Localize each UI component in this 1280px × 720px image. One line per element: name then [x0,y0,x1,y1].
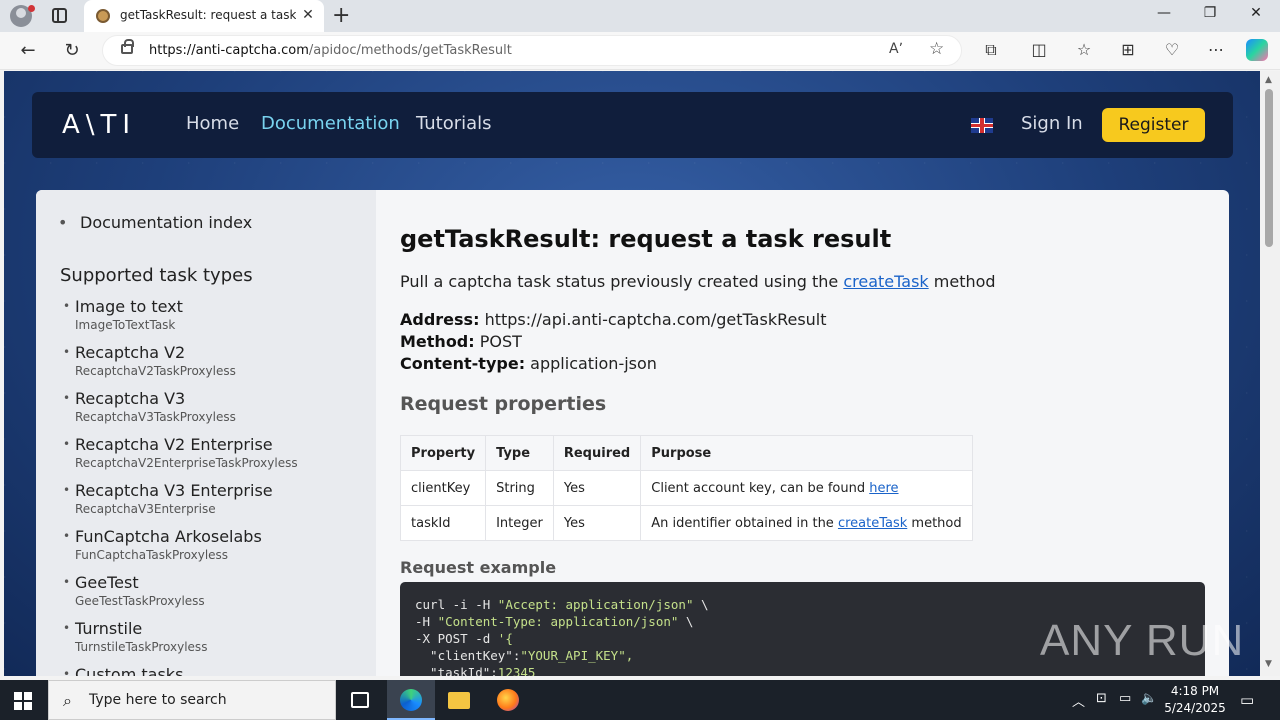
sidebar-heading: Supported task types [60,265,253,286]
nav-home[interactable]: Home [186,113,239,134]
sidebar-item-image-to-text[interactable]: • Image to text ImageToTextTask [63,297,365,333]
sidebar-documentation-index[interactable]: Documentation index [58,213,252,232]
uk-flag-icon[interactable] [971,118,993,133]
sidebar-item-recaptcha-v3-enterprise[interactable]: • Recaptcha V3 Enterprise RecaptchaV3Ent… [63,481,365,517]
sidebar-item-recaptcha-v2[interactable]: • Recaptcha V2 RecaptchaV2TaskProxyless [63,343,365,379]
search-placeholder: Type here to search [89,692,227,708]
task-view-icon[interactable] [336,680,384,720]
more-menu-icon[interactable]: ⋯ [1205,40,1227,59]
request-properties-heading: Request properties [400,393,607,415]
intro-text: Pull a captcha task status previously cr… [400,272,996,291]
address-line: Address: https://api.anti-captcha.com/ge… [400,310,827,329]
tray-app-icon[interactable]: ⊡ [1096,691,1107,706]
firefox-icon[interactable] [484,680,532,720]
page-scrollbar[interactable]: ▲ ▼ [1260,71,1280,676]
volume-icon[interactable]: 🔈 [1141,691,1157,706]
read-aloud-icon[interactable]: Aʼ [889,41,903,57]
header-property: Property [399,435,487,471]
notification-dot-icon [28,5,35,12]
nav-documentation[interactable]: Documentation [261,113,400,134]
edge-taskbar-icon[interactable] [387,680,435,720]
header-purpose: Purpose [640,435,973,471]
page-viewport: A\TI Home Documentation Tutorials Sign I… [4,71,1260,676]
sign-in-link[interactable]: Sign In [1021,113,1083,134]
back-arrow-icon[interactable]: ← [17,40,39,61]
minimize-button[interactable]: — [1154,5,1174,21]
scroll-down-icon[interactable]: ▼ [1265,659,1272,669]
sidebar-item-recaptcha-v3[interactable]: • Recaptcha V3 RecaptchaV3TaskProxyless [63,389,365,425]
refresh-icon[interactable]: ↻ [61,40,83,61]
network-icon[interactable]: ▭ [1119,691,1131,706]
anyrun-watermark: ANY RUN [1040,616,1245,665]
cell-type: String [485,470,554,506]
table-header-row: Property Type Required Purpose [399,435,973,471]
browser-essentials-icon[interactable]: ♡ [1161,40,1183,59]
createtask-link[interactable]: createTask [843,272,928,291]
file-explorer-icon[interactable] [435,680,483,720]
split-screen-icon[interactable]: ◫ [1028,40,1050,59]
sidebar-item-funcaptcha[interactable]: • FunCaptcha Arkoselabs FunCaptchaTaskPr… [63,527,365,563]
sidebar-item-turnstile[interactable]: • Turnstile TurnstileTaskProxyless [63,619,365,655]
address-bar[interactable]: https://anti-captcha.com/apidoc/methods/… [102,35,962,66]
cell-type: Integer [485,505,554,541]
tray-chevron-icon[interactable]: ︿ [1072,691,1085,710]
content-card: Documentation index Supported task types… [36,190,1229,676]
windows-taskbar: ⌕ Type here to search ︿ ⊡ ▭ 🔈 4:18 PM 5/… [0,680,1280,720]
new-tab-button[interactable]: + [332,3,350,28]
main-content: getTaskResult: request a task result Pul… [399,190,1220,676]
tab-title: getTaskResult: request a task resu [120,8,296,22]
request-properties-table: Property Type Required Purpose clientKey… [399,435,973,541]
sidebar-item-geetest[interactable]: • GeeTest GeeTestTaskProxyless [63,573,365,609]
site-header: A\TI Home Documentation Tutorials Sign I… [32,92,1233,158]
collections-icon[interactable]: ⊞ [1117,40,1139,59]
taskbar-search-box[interactable]: ⌕ Type here to search [48,680,336,720]
browser-toolbar: ← ↻ https://anti-captcha.com/apidoc/meth… [0,32,1280,70]
maximize-button[interactable]: ❐ [1200,5,1220,21]
cell-property: clientKey [399,470,487,506]
scroll-up-icon[interactable]: ▲ [1265,75,1272,85]
table-row: taskId Integer Yes An identifier obtaine… [399,505,973,541]
page-title: getTaskResult: request a task result [400,225,892,253]
url-text[interactable]: https://anti-captcha.com/apidoc/methods/… [149,43,512,58]
header-type: Type [485,435,554,471]
cell-property: taskId [399,505,487,541]
here-link[interactable]: here [869,481,898,496]
method-line: Method: POST [400,332,522,351]
extensions-icon[interactable]: ⧉ [980,40,1002,60]
windows-start-icon[interactable] [14,692,32,710]
favorite-star-icon[interactable]: ☆ [929,39,944,59]
register-button[interactable]: Register [1102,108,1205,142]
scrollbar-thumb[interactable] [1265,89,1273,247]
sidebar-item-custom-tasks[interactable]: • Custom tasks [63,665,365,676]
table-row: clientKey String Yes Client account key,… [399,470,973,506]
clock[interactable]: 4:18 PM 5/24/2025 [1160,683,1230,717]
docs-sidebar: Documentation index Supported task types… [36,190,376,676]
cell-purpose: An identifier obtained in the createTask… [640,505,973,541]
nav-tutorials[interactable]: Tutorials [416,113,492,134]
cell-required: Yes [552,470,642,506]
copilot-icon[interactable] [1246,39,1268,61]
header-required: Required [552,435,642,471]
cell-required: Yes [552,505,642,541]
notifications-icon[interactable]: ▭ [1240,691,1254,709]
lock-icon[interactable] [121,39,134,54]
createtask-link[interactable]: createTask [838,516,907,531]
request-example-heading: Request example [400,558,557,577]
search-icon: ⌕ [63,691,72,710]
browser-tab-bar: getTaskResult: request a task resu ✕ + —… [0,0,1280,32]
favorites-icon[interactable]: ☆ [1073,40,1095,59]
content-type-line: Content-type: application-json [400,354,657,373]
site-favicon-icon [96,9,110,23]
tab-close-icon[interactable]: ✕ [300,7,316,23]
browser-tab-active[interactable]: getTaskResult: request a task resu ✕ [84,0,324,32]
close-window-button[interactable]: ✕ [1246,5,1266,21]
site-logo[interactable]: A\TI [62,110,136,140]
tab-actions-icon[interactable] [52,8,67,23]
cell-purpose: Client account key, can be found here [640,470,973,506]
sidebar-item-recaptcha-v2-enterprise[interactable]: • Recaptcha V2 Enterprise RecaptchaV2Ent… [63,435,365,471]
